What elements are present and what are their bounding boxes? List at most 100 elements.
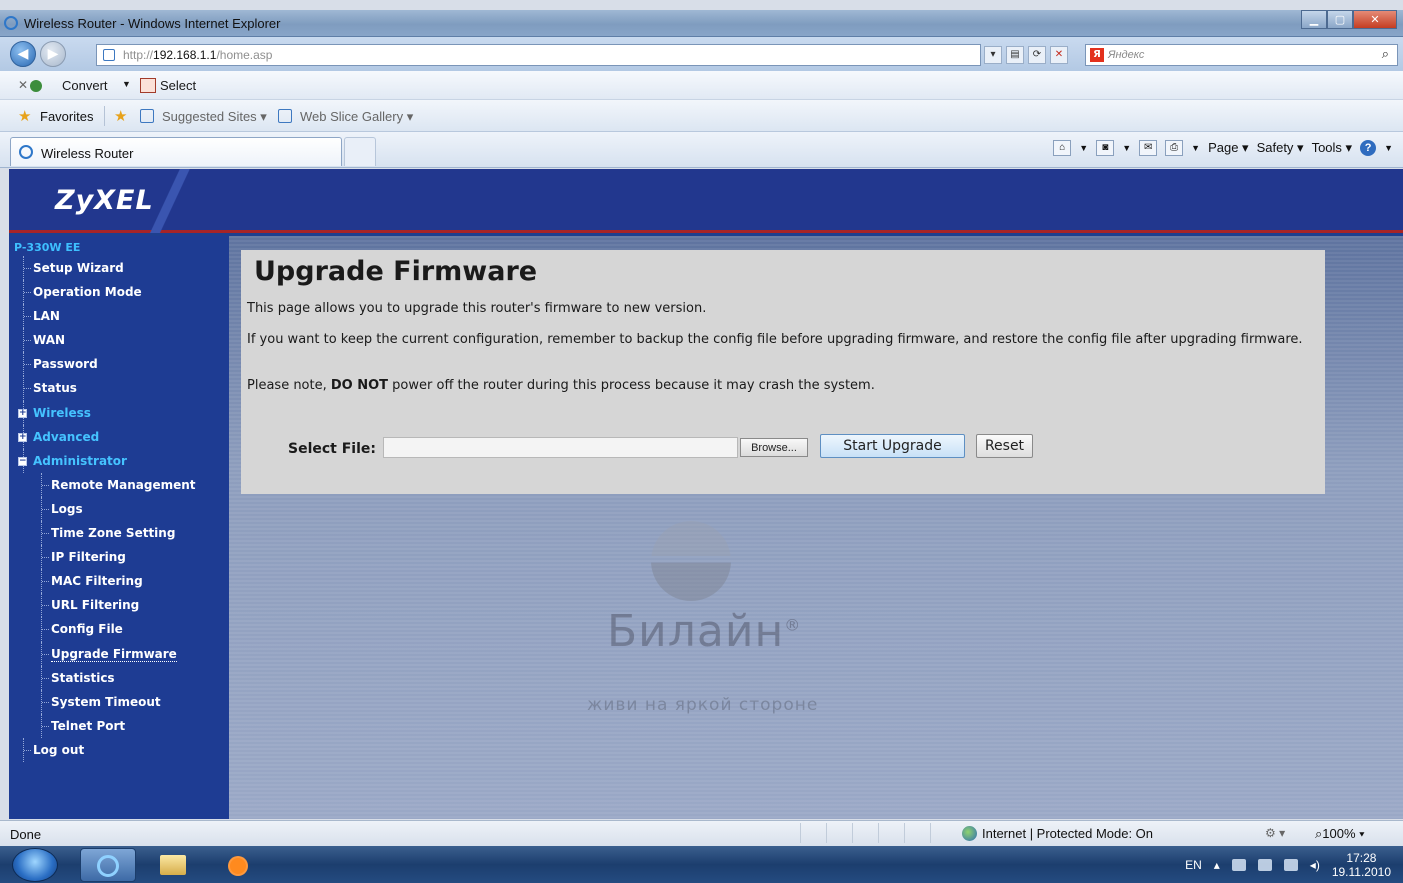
chevron-down-icon[interactable]: ▼ (122, 79, 131, 89)
sidebar-item-upgrade-firmware[interactable]: Upgrade Firmware (9, 641, 229, 666)
taskbar-ie-button[interactable] (80, 848, 136, 882)
tree-branch (42, 581, 49, 583)
minimize-button[interactable]: ▁ (1301, 10, 1327, 29)
clock[interactable]: 17:28 19.11.2010 (1332, 851, 1391, 879)
new-tab-button[interactable] (344, 137, 376, 166)
forward-button[interactable]: ▶ (40, 41, 66, 67)
suggested-sites-link[interactable]: Suggested Sites ▾ (162, 109, 267, 125)
sidebar-item-wan[interactable]: WAN (9, 328, 229, 353)
sidebar-item-mac-filtering[interactable]: MAC Filtering (9, 569, 229, 594)
tab-wireless-router[interactable]: Wireless Router (10, 137, 342, 166)
window-title-bar[interactable]: Wireless Router - Windows Internet Explo… (0, 10, 1403, 37)
select-button[interactable]: Select (160, 78, 196, 93)
page-icon (140, 109, 154, 123)
network-icon[interactable] (1257, 858, 1272, 871)
close-window-button[interactable]: ✕ (1353, 10, 1397, 29)
sidebar-item-label: Logs (51, 501, 83, 516)
start-upgrade-button[interactable]: Start Upgrade (820, 434, 965, 458)
sidebar-item-time-zone-setting[interactable]: Time Zone Setting (9, 521, 229, 546)
web-slice-gallery-link[interactable]: Web Slice Gallery ▾ (300, 109, 413, 125)
search-icon[interactable]: ⌕ (1382, 47, 1389, 62)
sidebar-item-label: IP Filtering (51, 550, 126, 565)
back-button[interactable]: ◀ (10, 41, 36, 67)
home-icon[interactable]: ⌂ (1053, 140, 1072, 156)
sidebar-item-advanced[interactable]: + Advanced (9, 424, 229, 449)
zoom-level[interactable]: ⌕100% ▾ (1315, 826, 1365, 842)
sidebar-item-lan[interactable]: LAN (9, 304, 229, 329)
sidebar-item-statistics[interactable]: Statistics (9, 665, 229, 690)
dropdown-icon[interactable]: ▾ (984, 46, 1002, 64)
sidebar-item-wireless[interactable]: + Wireless (9, 400, 229, 425)
reset-button[interactable]: Reset (976, 434, 1033, 458)
sidebar-item-status[interactable]: Status (9, 376, 229, 401)
help-icon[interactable]: ? (1360, 140, 1377, 156)
collapse-icon[interactable]: − (18, 456, 27, 466)
chevron-down-icon[interactable]: ▼ (1191, 143, 1200, 153)
tree-branch (42, 677, 49, 679)
browse-button[interactable]: Browse... (740, 438, 808, 457)
tree-branch (24, 316, 31, 318)
sidebar-item-setup-wizard[interactable]: Setup Wizard (9, 256, 229, 281)
volume-icon[interactable]: ◂) (1310, 858, 1320, 872)
convert-button[interactable]: Convert (62, 78, 108, 93)
security-zone[interactable]: Internet | Protected Mode: On (962, 826, 1153, 841)
tools-menu[interactable]: Tools ▾ (1312, 140, 1353, 156)
sidebar-item-telnet-port[interactable]: Telnet Port (9, 713, 229, 738)
sidebar-item-config-file[interactable]: Config File (9, 617, 229, 642)
protected-mode-icon[interactable]: ⚙ ▾ (1265, 826, 1285, 840)
address-row: ◀ ▶ http://192.168.1.1/home.asp ▾ ▤ ⟳ ✕ … (0, 37, 1403, 71)
command-bar: ⌂ ▼ ◙ ▼ ✉ ⎙ ▼ Page ▾ Safety ▾ Tools ▾ ? ▼ (1053, 140, 1393, 156)
close-toolbar-icon[interactable]: ✕ (18, 78, 28, 92)
window-controls: ▁ ▢ ✕ (1301, 10, 1397, 30)
battery-icon[interactable] (1283, 858, 1298, 871)
expand-icon[interactable]: + (18, 408, 27, 418)
chevron-down-icon[interactable]: ▼ (1384, 143, 1393, 153)
address-input[interactable]: http://192.168.1.1/home.asp (96, 44, 981, 66)
sidebar-item-remote-management[interactable]: Remote Management (9, 472, 229, 497)
add-to-favorites-icon[interactable]: ★ (114, 107, 127, 125)
sidebar-item-label: Upgrade Firmware (51, 646, 177, 662)
sidebar-item-password[interactable]: Password (9, 352, 229, 377)
stop-icon[interactable]: ✕ (1050, 46, 1068, 64)
tree-branch (42, 533, 49, 535)
sidebar-item-system-timeout[interactable]: System Timeout (9, 689, 229, 714)
maximize-button[interactable]: ▢ (1327, 10, 1353, 29)
backup-note-text: If you want to keep the current configur… (247, 332, 1303, 347)
tree-branch (24, 364, 31, 366)
print-icon[interactable]: ⎙ (1165, 140, 1184, 156)
sidebar-item-administrator[interactable]: − Administrator (9, 448, 229, 473)
page-menu[interactable]: Page ▾ (1208, 140, 1249, 156)
tree-branch (24, 292, 31, 294)
language-indicator[interactable]: EN (1185, 858, 1202, 872)
search-input[interactable]: Я Яндекс ⌕ (1085, 44, 1398, 66)
sidebar-item-ip-filtering[interactable]: IP Filtering (9, 545, 229, 570)
compatibility-view-icon[interactable]: ▤ (1006, 46, 1024, 64)
mail-icon[interactable]: ✉ (1139, 140, 1158, 156)
tree-branch (42, 629, 49, 631)
chevron-down-icon[interactable]: ▼ (1079, 143, 1088, 153)
taskbar-media-button[interactable] (214, 848, 270, 882)
page-icon (103, 49, 115, 61)
sidebar-item-logs[interactable]: Logs (9, 496, 229, 522)
file-path-input[interactable] (383, 437, 738, 458)
taskbar-explorer-button[interactable] (150, 848, 206, 882)
expand-icon[interactable]: + (18, 432, 27, 442)
favorites-button[interactable]: Favorites (40, 109, 93, 124)
device-model[interactable]: P-330W EE (14, 241, 80, 254)
sidebar-item-operation-mode[interactable]: Operation Mode (9, 280, 229, 305)
tree-branch (24, 340, 31, 342)
refresh-icon[interactable]: ⟳ (1028, 46, 1046, 64)
action-center-icon[interactable] (1231, 858, 1246, 871)
favorites-star-icon[interactable]: ★ (18, 107, 31, 125)
start-button[interactable] (12, 848, 58, 882)
chevron-down-icon[interactable]: ▼ (1122, 143, 1131, 153)
sidebar-menu: Setup Wizard Operation Mode LAN WAN Password… (9, 256, 229, 762)
chevron-up-icon[interactable]: ▴ (1214, 858, 1220, 872)
safety-menu[interactable]: Safety ▾ (1257, 140, 1304, 156)
sidebar-item-log-out[interactable]: Log out (9, 737, 229, 762)
sidebar-item-url-filtering[interactable]: URL Filtering (9, 593, 229, 618)
feeds-icon[interactable]: ◙ (1096, 140, 1115, 156)
system-tray: EN ▴ ◂) 17:28 19.11.2010 (1185, 846, 1391, 883)
tree-branch (42, 653, 49, 655)
tree-branch (42, 605, 49, 607)
